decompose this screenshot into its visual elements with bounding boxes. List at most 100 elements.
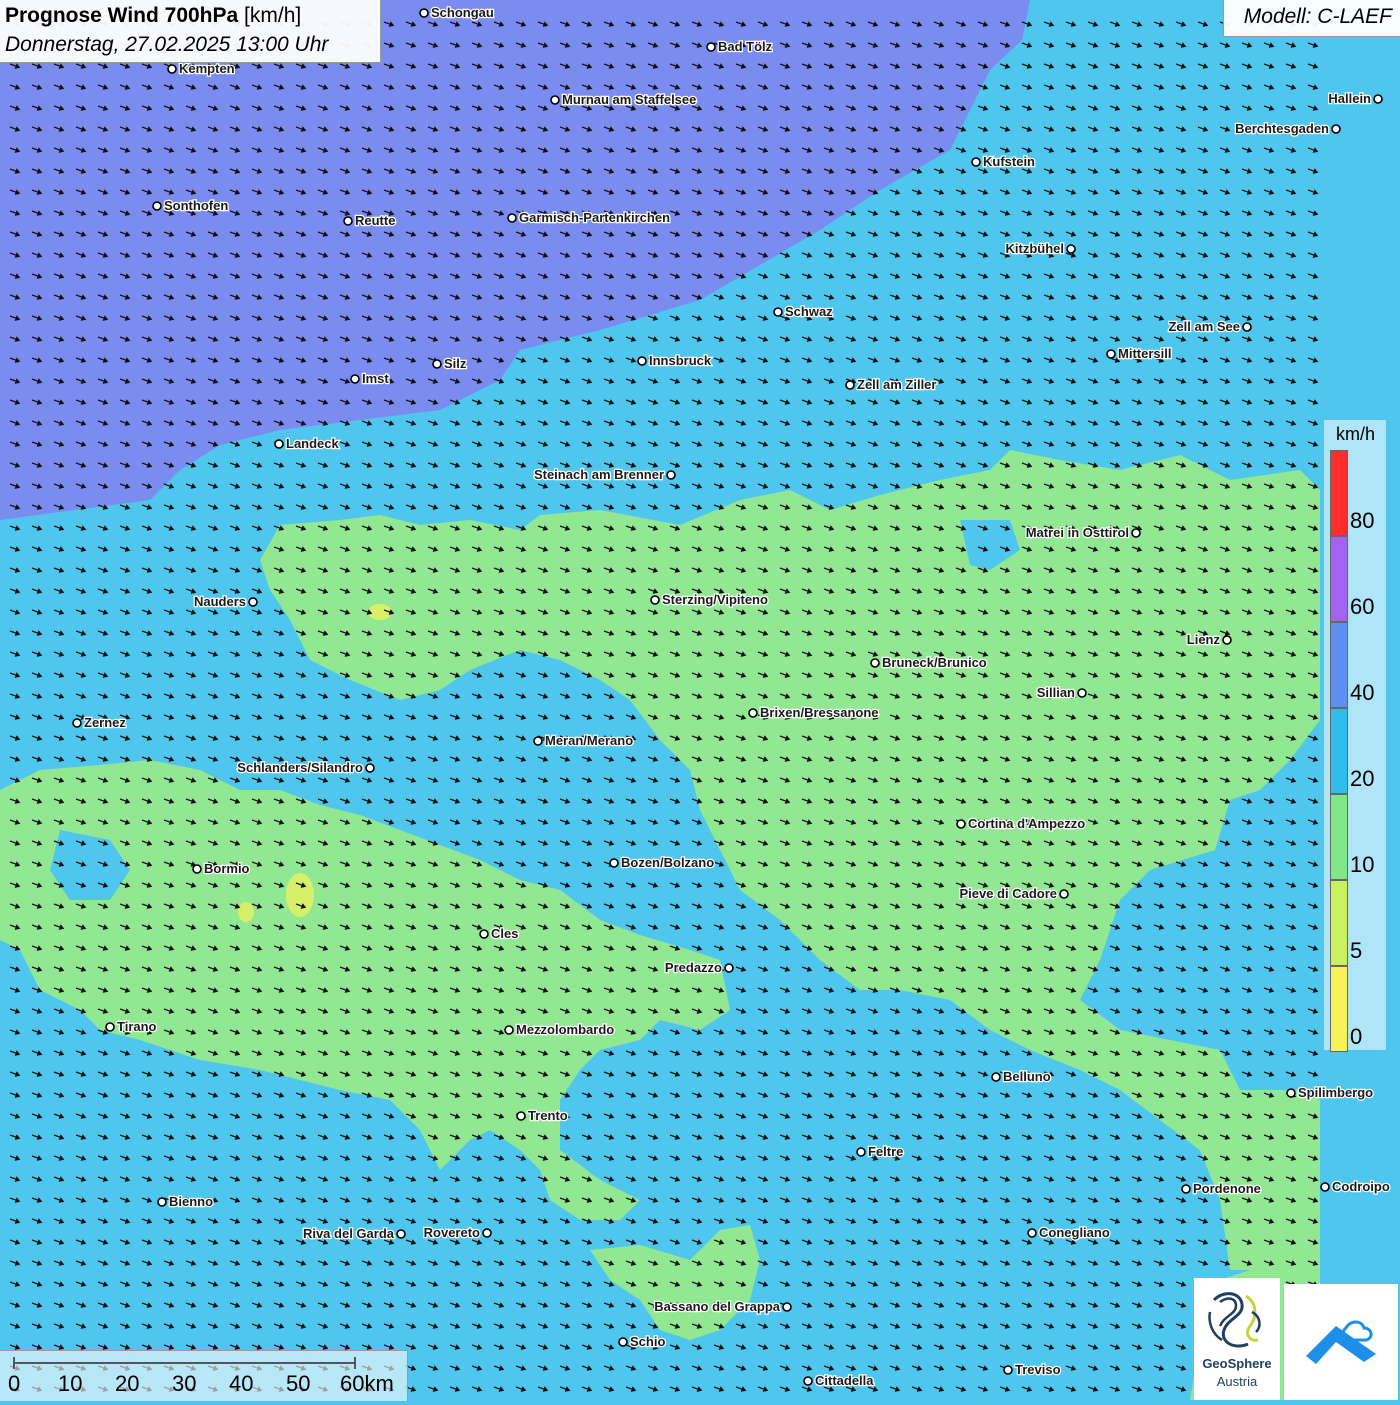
wind-map: SchongauBad TölzKemptenMurnau am Staffel…	[0, 0, 1400, 1400]
city-label: Schlanders/Silandro	[237, 760, 363, 775]
city-label: Bormio	[204, 861, 250, 876]
city-label: Kufstein	[983, 154, 1035, 169]
city-marker-icon	[725, 964, 733, 972]
city-label: Zell am Ziller	[857, 377, 936, 392]
city-steinach-am-brenner: Steinach am Brenner	[534, 467, 675, 482]
city-marker-icon	[420, 9, 428, 17]
city-label: Kitzbühel	[1006, 241, 1065, 256]
city-marker-icon	[480, 930, 488, 938]
city-marker-icon	[534, 737, 542, 745]
city-marker-icon	[1321, 1183, 1329, 1191]
city-label: Bozen/Bolzano	[621, 855, 714, 870]
scale-bar: 0102030405060km	[0, 1350, 408, 1401]
city-marker-icon	[871, 659, 879, 667]
legend-label: 80	[1350, 508, 1374, 534]
city-label: Bad Tölz	[718, 39, 773, 54]
city-marker-icon	[517, 1112, 525, 1120]
mountain-cloud-icon	[1284, 1284, 1398, 1400]
title-bold: Prognose Wind 700hPa	[5, 4, 238, 27]
legend-color-swatch	[1330, 450, 1348, 536]
city-marker-icon	[783, 1303, 791, 1311]
city-label: Landeck	[286, 436, 340, 451]
city-pordenone: Pordenone	[1182, 1181, 1261, 1196]
city-label: Schwaz	[785, 304, 833, 319]
legend-color-swatch	[1330, 966, 1348, 1052]
city-marker-icon	[508, 214, 516, 222]
city-meran-merano: Meran/Merano	[534, 733, 633, 748]
city-label: Bienno	[169, 1194, 213, 1209]
city-label: Matrei in Osttirol	[1026, 525, 1129, 540]
city-marker-icon	[992, 1073, 1000, 1081]
city-label: Predazzo	[665, 960, 722, 975]
city-label: Bruneck/Brunico	[882, 655, 987, 670]
city-codroipo: Codroipo	[1321, 1179, 1390, 1194]
legend-color-swatch	[1330, 622, 1348, 708]
city-label: Bassano del Grappa	[654, 1299, 780, 1314]
city-marker-icon	[610, 859, 618, 867]
scale-label: 0	[8, 1371, 20, 1397]
city-label: Pieve di Cadore	[959, 886, 1057, 901]
geosphere-country: Austria	[1194, 1374, 1280, 1389]
city-label: Tirano	[117, 1019, 157, 1034]
city-sonthofen: Sonthofen	[153, 198, 228, 213]
city-label: Rovereto	[424, 1225, 480, 1240]
model-box: Modell: C-LAEF	[1223, 0, 1400, 37]
city-label: Reutte	[355, 213, 395, 228]
city-label: Sterzing/Vipiteno	[662, 592, 768, 607]
city-brixen-bressanone: Brixen/Bressanone	[749, 705, 879, 720]
legend-label: 5	[1350, 938, 1362, 964]
city-marker-icon	[619, 1338, 627, 1346]
zone-yellow-1	[286, 873, 314, 917]
city-marker-icon	[804, 1377, 812, 1385]
city-marker-icon	[1287, 1089, 1295, 1097]
scale-label: 40	[229, 1371, 253, 1397]
city-marker-icon	[505, 1026, 513, 1034]
city-marker-icon	[857, 1148, 865, 1156]
city-label: Imst	[362, 371, 389, 386]
legend-label: 40	[1350, 680, 1374, 706]
title-box: Prognose Wind 700hPa [km/h] Donnerstag, …	[0, 0, 381, 63]
city-marker-icon	[153, 202, 161, 210]
scale-label: 10	[58, 1371, 82, 1397]
city-label: Riva del Garda	[303, 1226, 395, 1241]
city-label: Conegliano	[1039, 1225, 1110, 1240]
city-bozen-bolzano: Bozen/Bolzano	[610, 855, 714, 870]
scale-label: 30	[172, 1371, 196, 1397]
city-label: Schongau	[431, 5, 494, 20]
city-marker-icon	[638, 357, 646, 365]
city-marker-icon	[193, 865, 201, 873]
city-marker-icon	[774, 308, 782, 316]
city-marker-icon	[1332, 125, 1340, 133]
legend-label: 0	[1350, 1024, 1362, 1050]
city-marker-icon	[667, 471, 675, 479]
city-label: Treviso	[1015, 1362, 1061, 1377]
legend-color-swatch	[1330, 794, 1348, 880]
city-label: Berchtesgaden	[1235, 121, 1329, 136]
city-pieve-di-cadore: Pieve di Cadore	[959, 886, 1068, 901]
city-riva-del-garda: Riva del Garda	[303, 1226, 405, 1241]
city-marker-icon	[1028, 1229, 1036, 1237]
city-innsbruck: Innsbruck	[638, 353, 712, 368]
city-bruneck-brunico: Bruneck/Brunico	[871, 655, 987, 670]
forecast-datetime: Donnerstag, 27.02.2025 13:00 Uhr	[5, 33, 328, 57]
city-marker-icon	[551, 96, 559, 104]
city-label: Hallein	[1328, 91, 1371, 106]
city-label: Garmisch-Partenkirchen	[519, 210, 670, 225]
city-marker-icon	[1182, 1185, 1190, 1193]
city-schlanders-silandro: Schlanders/Silandro	[237, 760, 374, 775]
scale-label: 60km	[340, 1371, 394, 1397]
city-label: Cles	[491, 926, 518, 941]
city-berchtesgaden: Berchtesgaden	[1235, 121, 1340, 136]
city-marker-icon	[651, 596, 659, 604]
legend-color-swatch	[1330, 708, 1348, 794]
legend-label: 20	[1350, 766, 1374, 792]
city-label: Brixen/Bressanone	[760, 705, 879, 720]
city-label: Pordenone	[1193, 1181, 1261, 1196]
city-marker-icon	[158, 1198, 166, 1206]
city-marker-icon	[433, 360, 441, 368]
city-bassano-del-grappa: Bassano del Grappa	[654, 1299, 791, 1314]
city-marker-icon	[1060, 890, 1068, 898]
city-label: Trento	[528, 1108, 568, 1123]
city-label: Belluno	[1003, 1069, 1051, 1084]
city-marker-icon	[1243, 323, 1251, 331]
